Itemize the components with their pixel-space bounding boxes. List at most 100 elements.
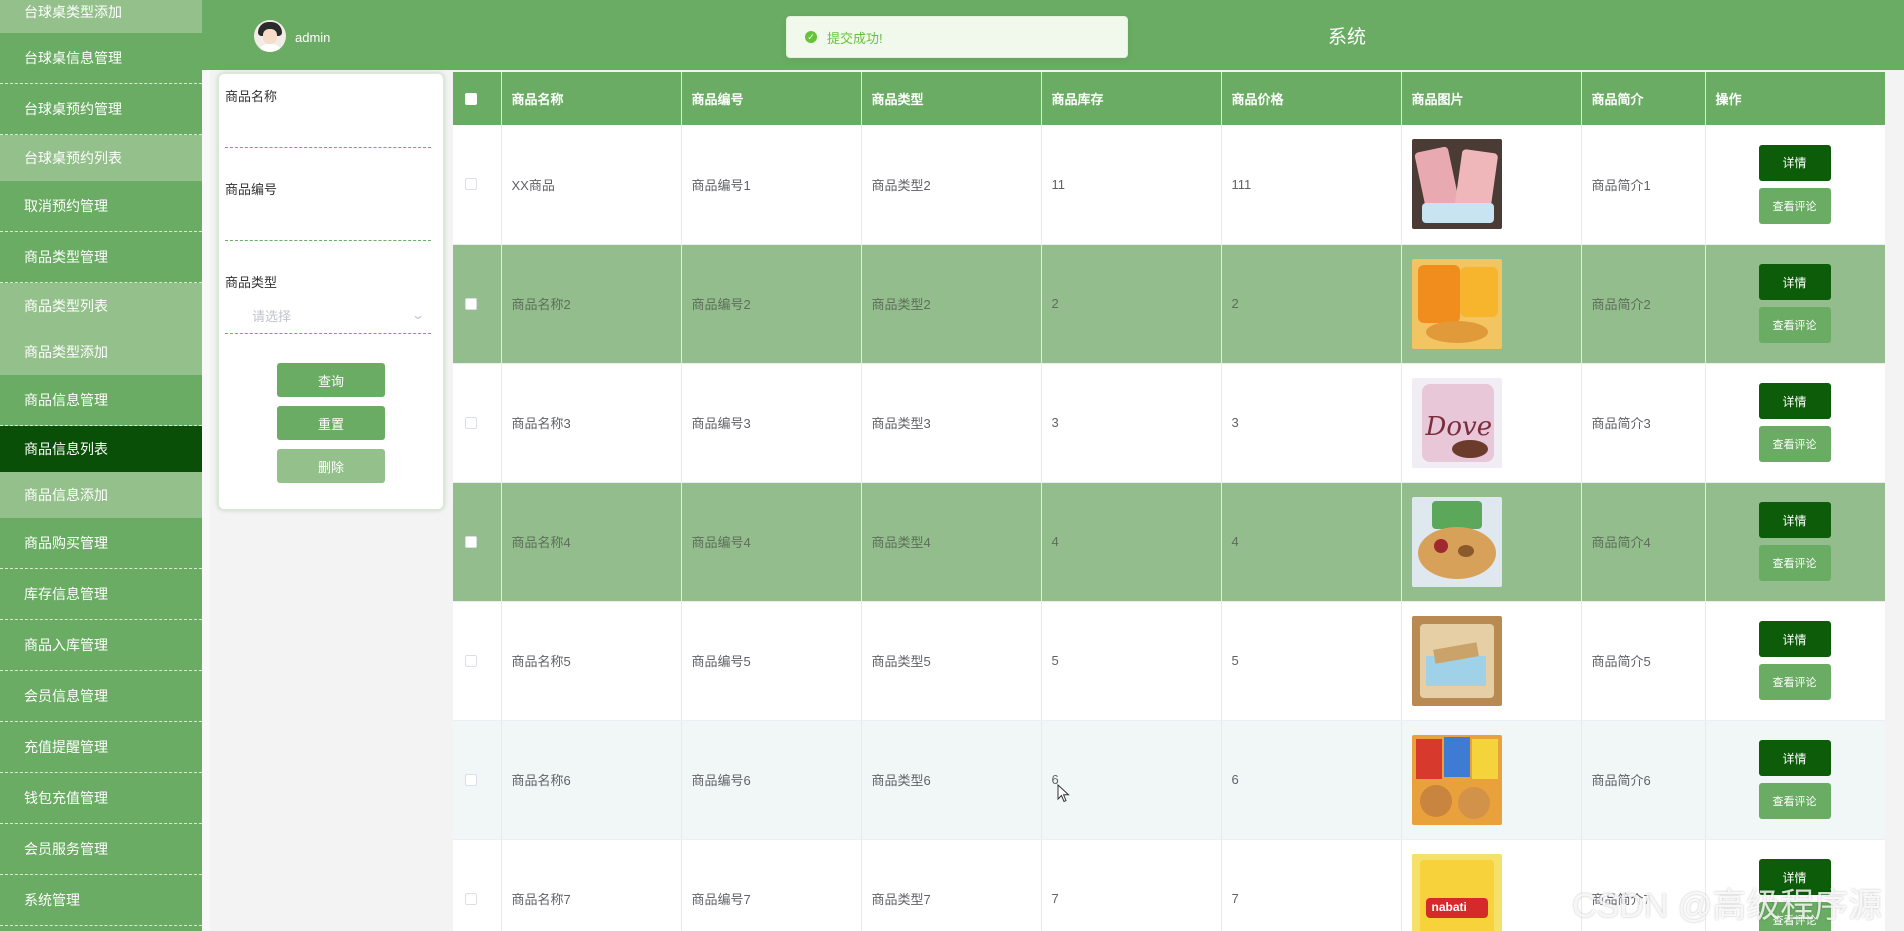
view-reviews-button[interactable]: 查看评论 — [1758, 307, 1831, 343]
query-button[interactable]: 查询 — [277, 363, 385, 397]
view-reviews-button[interactable]: 查看评论 — [1758, 545, 1831, 581]
sidebar-item[interactable]: 取消预约管理 — [0, 181, 202, 232]
product-image-cell — [1401, 482, 1582, 602]
row-checkbox[interactable] — [465, 773, 477, 786]
sidebar-item[interactable]: 商品类型列表 — [0, 283, 202, 329]
check-circle-icon: ✓ — [805, 31, 817, 43]
sidebar-item[interactable]: 商品类型添加 — [0, 329, 202, 375]
reset-button[interactable]: 重置 — [277, 406, 385, 440]
search-panel: 商品名称 商品编号 商品类型 请选择 ⌄ 查询 重置 删除 — [218, 73, 444, 510]
product-intro-cell: 商品简介5 — [1581, 601, 1706, 721]
chevron-down-icon: ⌄ — [410, 308, 426, 322]
product-type-select[interactable]: 请选择 ⌄ — [225, 298, 431, 334]
sidebar-item[interactable]: 充值提醒管理 — [0, 722, 202, 773]
sidebar-item[interactable]: 系统管理 — [0, 875, 202, 926]
product-image-cell — [1401, 720, 1582, 840]
view-reviews-button[interactable]: 查看评论 — [1758, 664, 1831, 700]
detail-button[interactable]: 详情 — [1758, 264, 1831, 300]
table-row[interactable]: XX商品 商品编号1 商品类型2 11 111 商品简介1 详情 查看评论 — [453, 125, 1885, 245]
product-type-cell: 商品类型3 — [861, 363, 1042, 483]
product-intro-cell: 商品简介3 — [1581, 363, 1706, 483]
table-row[interactable]: 商品名称3 商品编号3 商品类型3 3 3 Dove 商品简介3 详情 查看评论 — [453, 363, 1885, 483]
product-stock-cell: 4 — [1041, 482, 1222, 602]
sidebar-item[interactable]: 商品信息列表 — [0, 426, 202, 472]
detail-button[interactable]: 详情 — [1758, 502, 1831, 538]
sidebar: 台球桌类型添加 台球桌信息管理 台球桌预约管理 台球桌预约列表 取消预约管理 商品类型管理… — [0, 0, 202, 931]
table-row[interactable]: 商品名称2 商品编号2 商品类型2 2 2 商品简介2 详情 查看评论 — [453, 244, 1885, 364]
detail-button[interactable]: 详情 — [1758, 144, 1831, 181]
success-toast: ✓ 提交成功! — [786, 16, 1128, 58]
detail-button[interactable]: 详情 — [1758, 621, 1831, 657]
product-intro-cell: 商品简介1 — [1581, 125, 1706, 245]
row-select-cell[interactable] — [453, 720, 502, 840]
table-row[interactable]: 商品名称5 商品编号5 商品类型5 5 5 商品简介5 详情 查看评论 — [453, 601, 1885, 721]
row-checkbox[interactable] — [465, 178, 477, 191]
watermark: CSDN @高级程序源 — [1572, 887, 1883, 925]
product-type-cell: 商品类型4 — [861, 482, 1042, 602]
sidebar-item[interactable]: 商品入库管理 — [0, 620, 202, 671]
product-type-cell: 商品类型2 — [861, 244, 1042, 364]
mouse-cursor-icon — [1057, 784, 1070, 803]
product-image-cell: Dove — [1401, 363, 1582, 483]
sidebar-item[interactable]: 台球桌信息管理 — [0, 33, 202, 84]
sidebar-item[interactable]: 商品信息添加 — [0, 472, 202, 518]
system-title: 系统 — [1328, 27, 1367, 48]
sidebar-item[interactable]: 台球桌预约列表 — [0, 135, 202, 181]
product-intro-cell: 商品简介6 — [1581, 720, 1706, 840]
product-code-input[interactable] — [225, 205, 431, 241]
product-code-cell: 商品编号3 — [681, 363, 862, 483]
sidebar-item[interactable]: 会员服务管理 — [0, 824, 202, 875]
sidebar-item[interactable]: 台球桌预约管理 — [0, 84, 202, 135]
product-stock-cell: 3 — [1041, 363, 1222, 483]
row-select-cell[interactable] — [453, 601, 502, 721]
column-header: 操作 — [1705, 72, 1885, 125]
row-checkbox[interactable] — [465, 535, 477, 548]
actions-cell: 详情 查看评论 — [1705, 363, 1885, 483]
product-name-cell: 商品名称2 — [501, 244, 682, 364]
sidebar-item[interactable]: 商品信息管理 — [0, 375, 202, 426]
delete-button[interactable]: 删除 — [277, 449, 385, 483]
table-row[interactable]: 商品名称6 商品编号6 商品类型6 6 6 商品简介6 详情 查看评论 — [453, 720, 1885, 840]
product-price-cell: 111 — [1221, 125, 1402, 245]
product-code-cell: 商品编号5 — [681, 601, 862, 721]
sidebar-item[interactable]: 库存信息管理 — [0, 569, 202, 620]
select-all-header[interactable] — [453, 72, 502, 125]
row-checkbox[interactable] — [465, 654, 477, 667]
product-name-label: 商品名称 — [225, 89, 278, 104]
table-row[interactable]: 商品名称4 商品编号4 商品类型4 4 4 商品简介4 详情 查看评论 — [453, 482, 1885, 602]
column-header: 商品类型 — [861, 72, 1042, 125]
row-checkbox[interactable] — [465, 416, 477, 429]
sidebar-item[interactable]: 台球桌类型添加 — [0, 0, 202, 33]
row-checkbox[interactable] — [465, 892, 477, 905]
actions-cell: 详情 查看评论 — [1705, 482, 1885, 602]
product-code-cell: 商品编号6 — [681, 720, 862, 840]
view-reviews-button[interactable]: 查看评论 — [1758, 783, 1831, 819]
column-header: 商品名称 — [501, 72, 682, 125]
product-price-cell: 3 — [1221, 363, 1402, 483]
nabati-box-image: nabati — [1411, 853, 1502, 931]
username[interactable]: admin — [295, 30, 330, 45]
wafer-pack-image — [1411, 615, 1502, 706]
product-stock-cell: 6 — [1041, 720, 1222, 840]
sidebar-item[interactable]: 会员信息管理 — [0, 671, 202, 722]
row-checkbox[interactable] — [465, 297, 477, 310]
sidebar-item[interactable]: 商品类型管理 — [0, 232, 202, 283]
view-reviews-button[interactable]: 查看评论 — [1758, 426, 1831, 462]
row-select-cell[interactable] — [453, 482, 502, 602]
row-select-cell[interactable] — [453, 363, 502, 483]
product-name-cell: 商品名称6 — [501, 720, 682, 840]
detail-button[interactable]: 详情 — [1758, 383, 1831, 419]
row-select-cell[interactable] — [453, 244, 502, 364]
view-reviews-button[interactable]: 查看评论 — [1758, 187, 1831, 224]
sidebar-item[interactable]: 钱包充值管理 — [0, 773, 202, 824]
avatar[interactable] — [254, 20, 286, 52]
product-table: 商品名称 商品编号 商品类型 商品库存 商品价格 商品图片 商品简介 操作 XX… — [453, 72, 1885, 931]
product-price-cell: 2 — [1221, 244, 1402, 364]
sidebar-item[interactable]: 商品购买管理 — [0, 518, 202, 569]
column-header: 商品库存 — [1041, 72, 1222, 125]
row-select-cell[interactable] — [453, 125, 502, 245]
select-all-checkbox[interactable] — [465, 92, 477, 105]
product-name-input[interactable] — [225, 112, 431, 148]
row-select-cell[interactable] — [453, 839, 502, 931]
detail-button[interactable]: 详情 — [1758, 740, 1831, 776]
